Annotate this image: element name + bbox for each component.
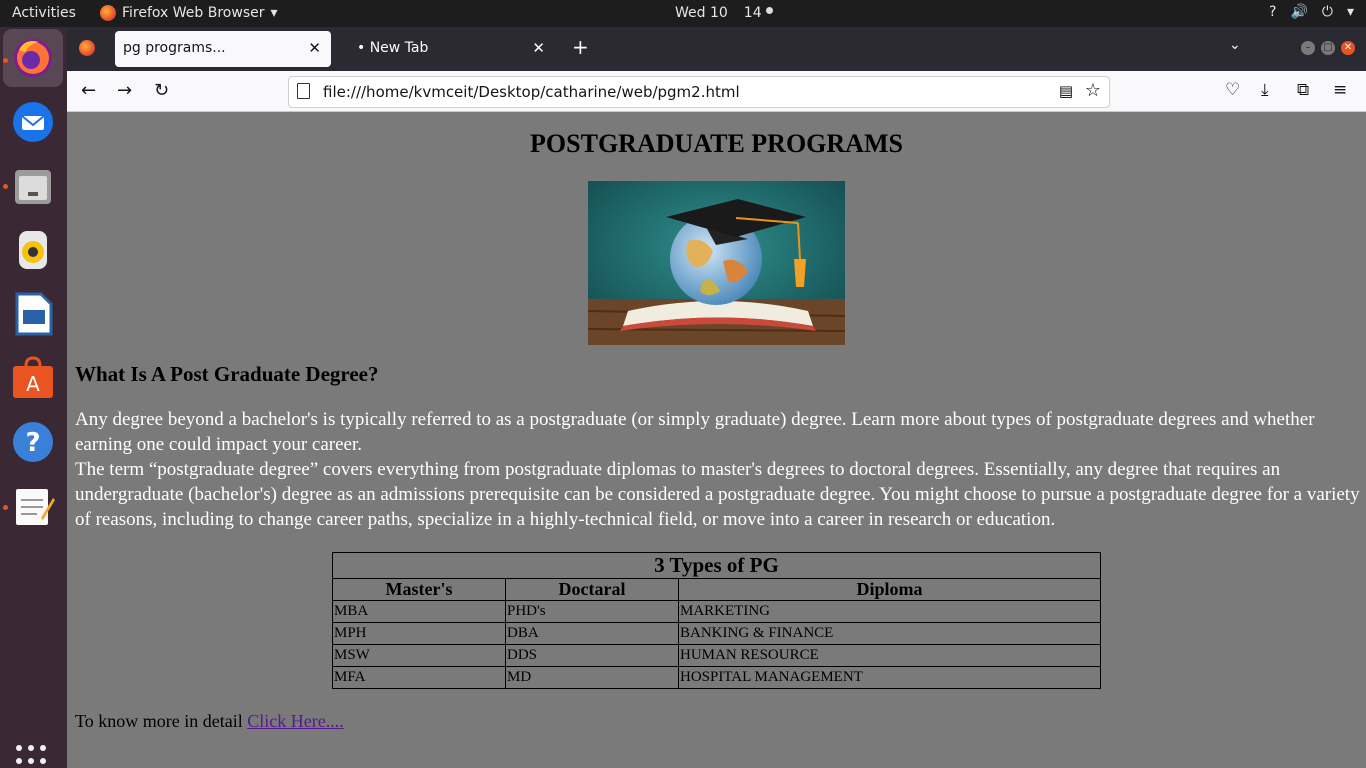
navigation-bar: ← → ↻ file:///home/kvmceit/Desktop/catha… <box>67 71 1366 112</box>
table-cell: HOSPITAL MANAGEMENT <box>678 666 1101 689</box>
paragraph-1: Any degree beyond a bachelor's is typica… <box>75 409 1315 455</box>
tab-title: pg programs... <box>123 40 226 56</box>
downloads-icon[interactable]: ⤓ <box>1261 80 1269 100</box>
tab-strip: pg programs... ✕ • New Tab ✕ + ⌄ – □ ✕ <box>67 27 1366 71</box>
dock-firefox[interactable] <box>3 29 63 87</box>
reader-view-icon[interactable]: ▤ <box>1059 82 1073 100</box>
app-menu[interactable]: Firefox Web Browser ▾ <box>100 5 278 21</box>
table-cell: HUMAN RESOURCE <box>678 644 1101 667</box>
more-info-line: To know more in detail Click Here.... <box>75 711 344 732</box>
app-name: Firefox Web Browser <box>122 5 265 21</box>
dock: A ? <box>0 27 67 768</box>
table-cell: DBA <box>505 622 679 645</box>
firefox-icon <box>14 39 52 77</box>
dock-files[interactable] <box>10 163 56 209</box>
more-info-text: To know more in detail <box>75 711 248 731</box>
intro-paragraph: Any degree beyond a bachelor's is typica… <box>75 407 1360 532</box>
running-indicator <box>3 184 8 189</box>
close-icon[interactable]: ✕ <box>532 39 545 57</box>
clock[interactable]: Wed 10 14 <box>675 5 773 21</box>
table-cell: MFA <box>332 666 506 689</box>
software-center-icon: A <box>13 356 53 398</box>
bookmark-star-icon[interactable]: ☆ <box>1085 80 1101 101</box>
minimize-button[interactable]: – <box>1301 41 1315 55</box>
system-tray[interactable]: ? 🔊 ⏻ ▾ <box>1269 4 1354 20</box>
table-cell: MARKETING <box>678 600 1101 623</box>
table-cell: MD <box>505 666 679 689</box>
volume-icon: 🔊 <box>1290 4 1308 20</box>
graduation-image <box>588 181 845 345</box>
url-text: file:///home/kvmceit/Desktop/catharine/w… <box>323 83 740 101</box>
running-indicator <box>3 58 8 63</box>
activities-button[interactable]: Activities <box>12 5 76 21</box>
running-indicator <box>3 505 8 510</box>
help-icon: ? <box>13 422 53 462</box>
chevron-down-icon: ▾ <box>1346 4 1354 20</box>
close-window-button[interactable]: ✕ <box>1341 41 1355 55</box>
table-cell: MPH <box>332 622 506 645</box>
dock-help[interactable]: ? <box>10 419 56 465</box>
dock-writer[interactable] <box>10 291 56 337</box>
url-bar[interactable]: file:///home/kvmceit/Desktop/catharine/w… <box>288 76 1110 108</box>
svg-text:A: A <box>26 372 40 396</box>
firefox-icon <box>100 5 116 21</box>
page-info-icon[interactable] <box>297 83 310 99</box>
header-diploma: Diploma <box>678 578 1101 601</box>
page-title: POSTGRADUATE PROGRAMS <box>530 129 903 158</box>
tab-pg-programs[interactable]: pg programs... ✕ <box>115 31 331 67</box>
header-doctoral: Doctaral <box>505 578 679 601</box>
table-row: MPH DBA BANKING & FINANCE <box>332 622 1101 645</box>
notification-dot <box>765 6 773 14</box>
clock-time: 14 <box>743 5 762 21</box>
text-editor-icon <box>16 489 55 525</box>
header-masters: Master's <box>332 578 506 601</box>
table-row: MBA PHD's MARKETING <box>332 600 1101 623</box>
tab-new-tab[interactable]: • New Tab ✕ <box>345 31 555 67</box>
files-icon <box>15 170 51 204</box>
dock-text-editor[interactable] <box>10 483 56 529</box>
back-button[interactable]: ← <box>81 80 96 101</box>
firefox-view-icon[interactable] <box>79 40 95 56</box>
tab-title: • New Tab <box>357 40 429 56</box>
table-row: MSW DDS HUMAN RESOURCE <box>332 644 1101 667</box>
rhythmbox-icon <box>19 231 47 269</box>
clock-date: Wed 10 <box>675 5 728 21</box>
svg-text:?: ? <box>25 428 40 458</box>
forward-button[interactable]: → <box>117 80 132 101</box>
power-icon: ⏻ <box>1321 4 1333 20</box>
thunderbird-icon <box>13 102 53 142</box>
click-here-link[interactable]: Click Here.... <box>247 711 343 731</box>
list-all-tabs-button[interactable]: ⌄ <box>1229 37 1241 53</box>
page-content: POSTGRADUATE PROGRAMS What Is A Post Gra… <box>67 112 1366 768</box>
show-apps-button[interactable] <box>16 745 50 768</box>
dock-software[interactable]: A <box>10 355 56 401</box>
writer-icon <box>15 292 53 336</box>
paragraph-2: The term “postgraduate degree” covers ev… <box>75 459 1360 530</box>
close-icon[interactable]: ✕ <box>308 39 321 57</box>
table-cell: MSW <box>332 644 506 667</box>
table-row: MFA MD HOSPITAL MANAGEMENT <box>332 666 1101 689</box>
table-caption: 3 Types of PG <box>332 552 1101 579</box>
system-top-bar: Activities Firefox Web Browser ▾ Wed 10 … <box>0 0 1366 27</box>
extensions-icon[interactable]: ⧉ <box>1297 80 1309 100</box>
new-tab-button[interactable]: + <box>572 35 589 59</box>
dock-rhythmbox[interactable] <box>10 227 56 273</box>
section-heading: What Is A Post Graduate Degree? <box>75 362 379 386</box>
table-cell: MBA <box>332 600 506 623</box>
table-cell: BANKING & FINANCE <box>678 622 1101 645</box>
chevron-down-icon: ▾ <box>270 5 278 21</box>
table-cell: DDS <box>505 644 679 667</box>
reload-button[interactable]: ↻ <box>154 80 169 101</box>
pocket-icon[interactable]: ♡ <box>1225 80 1240 100</box>
menu-icon[interactable]: ≡ <box>1333 80 1347 100</box>
dock-thunderbird[interactable] <box>10 99 56 145</box>
network-icon: ? <box>1269 4 1277 20</box>
maximize-button[interactable]: □ <box>1321 41 1335 55</box>
pg-types-table: 3 Types of PG Master's Doctaral Diploma … <box>332 552 1101 689</box>
table-cell: PHD's <box>505 600 679 623</box>
